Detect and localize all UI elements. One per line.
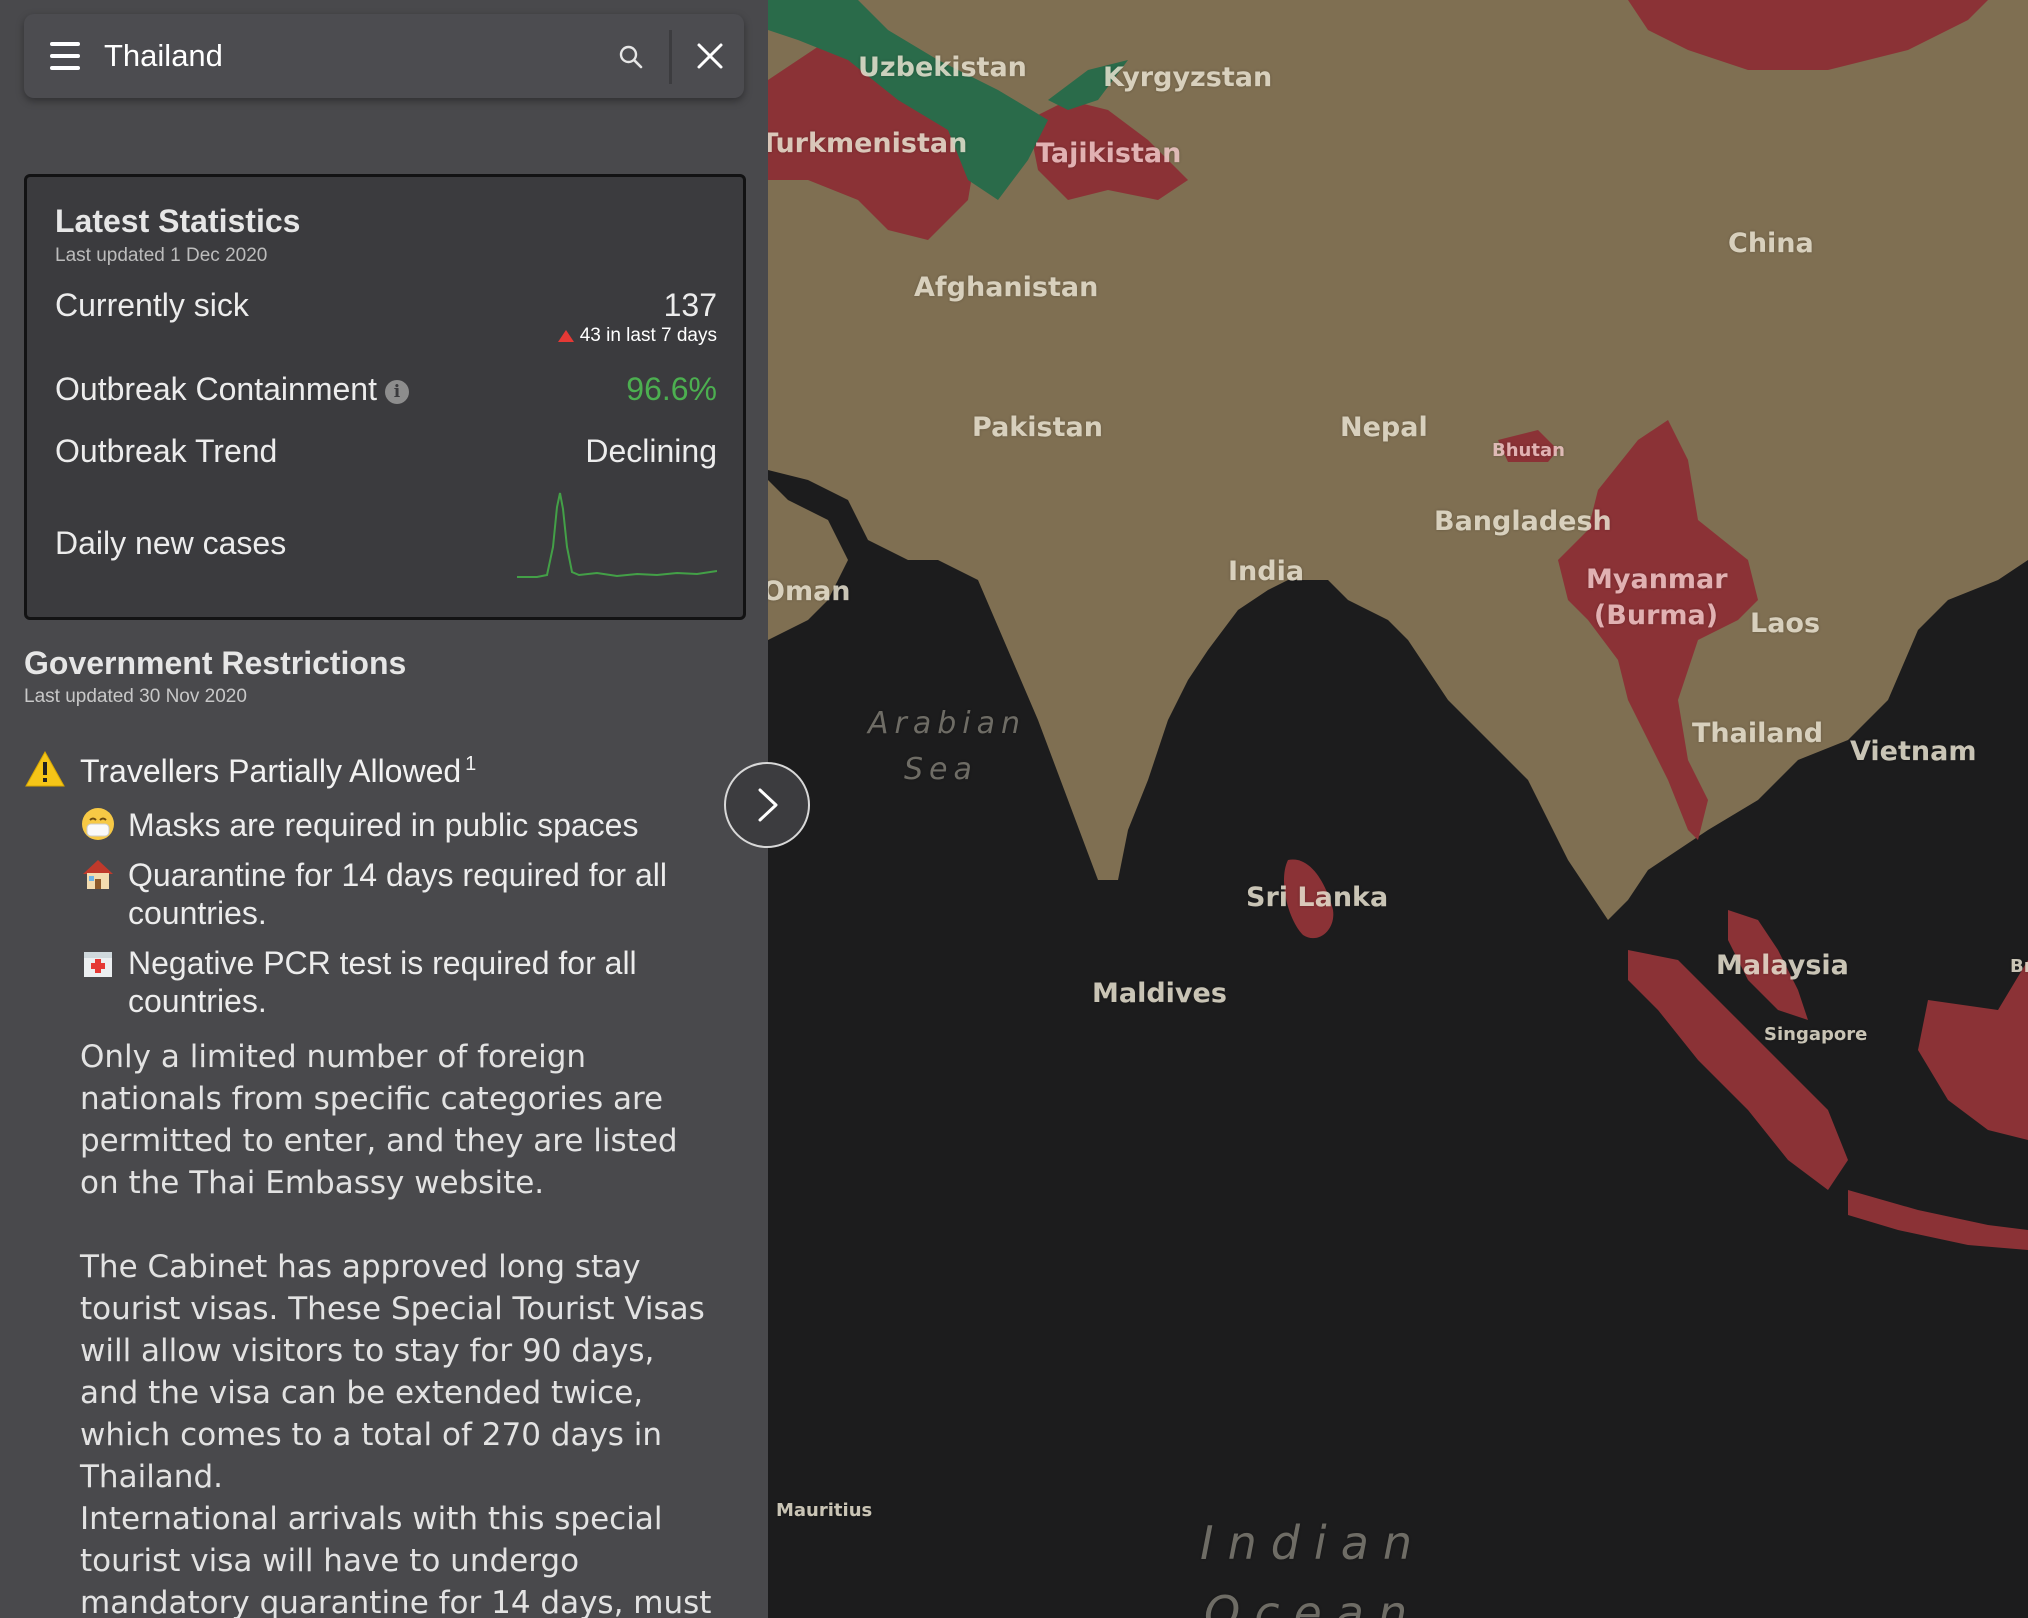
restrictions-updated: Last updated 30 Nov 2020: [24, 686, 247, 707]
sumatra-shape[interactable]: [1628, 950, 1848, 1190]
map-label-mauritius: Mauritius: [776, 1500, 873, 1521]
restriction-paragraph-3: International arrivals with this special…: [80, 1501, 712, 1618]
restrictions-title: Government Restrictions: [24, 645, 407, 681]
containment-value: 96.6%: [626, 371, 717, 407]
map-label-malaysia: Malaysia: [1716, 950, 1849, 981]
map-label-laos: Laos: [1750, 608, 1821, 639]
sick-change-text: 43 in last 7 days: [579, 325, 717, 346]
map-label-uzbekistan: Uzbekistan: [858, 52, 1027, 83]
close-icon[interactable]: [694, 40, 726, 72]
warning-icon: [25, 750, 65, 787]
map-label-bangladesh: Bangladesh: [1434, 506, 1612, 537]
trend-value: Declining: [585, 433, 717, 469]
rule-item-pcr: Negative PCR test is required for all co…: [80, 944, 680, 1020]
sidebar-panel: Latest Statistics Last updated 1 Dec 202…: [0, 0, 768, 1618]
search-bar: [24, 14, 744, 98]
collapse-panel-button[interactable]: [724, 762, 810, 848]
map-label-nepal: Nepal: [1340, 412, 1428, 443]
map-label-thailand: Thailand: [1692, 718, 1824, 749]
trend-up-icon: [557, 330, 574, 342]
containment-label: Outbreak Containment: [55, 371, 377, 407]
map-label-afghanistan: Afghanistan: [914, 272, 1099, 303]
rule-item-quarantine: Quarantine for 14 days required for all …: [80, 856, 680, 932]
map-label-bhutan: Bhutan: [1492, 440, 1565, 461]
java-shape[interactable]: [1848, 1190, 2028, 1250]
map-label-vietnam: Vietnam: [1850, 736, 1977, 767]
daily-cases-sparkline: [517, 492, 717, 578]
search-icon[interactable]: [618, 44, 644, 70]
map-label-oman: Oman: [768, 576, 851, 607]
menu-icon[interactable]: [50, 42, 80, 70]
map-label-sri-lanka: Sri Lanka: [1246, 882, 1389, 913]
containment-row: Outbreak Containment i: [55, 371, 409, 408]
search-divider: [669, 30, 672, 84]
sick-change: 43 in last 7 days: [557, 325, 717, 347]
restriction-paragraph-1: Only a limited number of foreign nationa…: [80, 1039, 678, 1201]
map-label-india: India: [1228, 556, 1305, 587]
rule-text-masks: Masks are required in public spaces: [128, 807, 639, 843]
map-label-china: China: [1728, 228, 1814, 259]
map-label-pakistan: Pakistan: [972, 412, 1103, 443]
latest-statistics-card: Latest Statistics Last updated 1 Dec 202…: [24, 174, 746, 620]
mask-icon: [82, 808, 114, 840]
restriction-paragraph-2: The Cabinet has approved long stay touri…: [80, 1249, 705, 1495]
map-label-maldives: Maldives: [1092, 978, 1227, 1009]
map-canvas[interactable]: [768, 0, 2028, 1618]
map-label-kyrgyzstan: Kyrgyzstan: [1103, 62, 1273, 93]
map-label-arabian-sea-1: Arabian: [868, 706, 1027, 741]
map-label-myanmar: Myanmar (Burma): [1586, 564, 1728, 631]
map-label-indian-ocean-2: Ocean: [1204, 1586, 1422, 1618]
chevron-right-icon: [758, 788, 778, 822]
arabia-coast[interactable]: [768, 480, 848, 640]
travel-status-text: Travellers Partially Allowed: [80, 753, 462, 789]
info-icon[interactable]: i: [384, 380, 409, 404]
map-label-arabian-sea-2: Sea: [904, 752, 978, 787]
currently-sick-label: Currently sick: [55, 287, 249, 323]
rule-text-quarantine: Quarantine for 14 days required for all …: [128, 857, 667, 931]
map-label-singapore: Singapore: [1764, 1024, 1868, 1045]
rule-item-masks: Masks are required in public spaces: [80, 806, 680, 844]
map-label-brunei: Br: [2010, 956, 2028, 977]
travel-status: Travellers Partially Allowed 1: [24, 750, 476, 790]
search-input[interactable]: [104, 30, 624, 82]
house-icon: [83, 860, 113, 889]
travel-status-footnote[interactable]: 1: [465, 753, 476, 775]
trend-label: Outbreak Trend: [55, 433, 278, 469]
hospital-icon: [84, 952, 112, 977]
map-label-turkmenistan: Turkmenistan: [768, 128, 968, 159]
map-label-tajikistan: Tajikistan: [1036, 138, 1182, 169]
borneo-shape[interactable]: [1918, 960, 2028, 1140]
stats-title: Latest Statistics: [55, 203, 301, 239]
stats-updated: Last updated 1 Dec 2020: [55, 245, 268, 266]
world-map[interactable]: Uzbekistan Kyrgyzstan Turkmenistan Tajik…: [768, 0, 2028, 1618]
map-label-indian-ocean-1: Indian: [1200, 1516, 1427, 1570]
daily-cases-label: Daily new cases: [55, 525, 287, 561]
currently-sick-value: 137: [663, 287, 717, 323]
rule-text-pcr: Negative PCR test is required for all co…: [128, 945, 637, 1019]
